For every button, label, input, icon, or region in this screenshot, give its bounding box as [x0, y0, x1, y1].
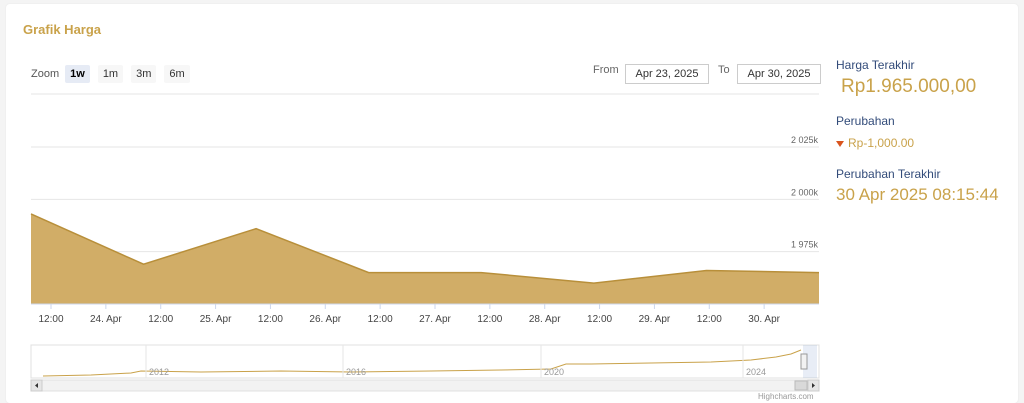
x-tick-label: 24. Apr	[90, 314, 122, 325]
x-tick-label: 30. Apr	[748, 314, 780, 325]
y-tick-label: 2 025k	[791, 135, 819, 145]
y-tick-label: 1 975k	[791, 240, 819, 250]
x-tick-label: 12:00	[697, 314, 722, 325]
change-label: Perubahan	[836, 114, 895, 128]
navigator-year-label: 2020	[544, 367, 564, 377]
x-tick-label: 28. Apr	[529, 314, 561, 325]
highcharts-credit[interactable]: Highcharts.com	[758, 392, 814, 401]
change-value: Rp-1,000.00	[848, 136, 915, 150]
x-tick-label: 26. Apr	[309, 314, 341, 325]
y-tick-label: 2 000k	[791, 187, 819, 197]
x-tick-label: 12:00	[258, 314, 283, 325]
x-tick-label: 12:00	[368, 314, 393, 325]
navigator-year-label: 2016	[346, 367, 366, 377]
x-tick-label: 27. Apr	[419, 314, 451, 325]
navigator-handle	[800, 353, 808, 370]
scrollbar-thumb	[794, 380, 808, 391]
down-arrow-icon	[836, 140, 844, 147]
x-tick-label: 12:00	[477, 314, 502, 325]
last-change-value: 30 Apr 2025 08:15:44	[836, 185, 999, 204]
last-price-label: Harga Terakhir	[836, 58, 915, 72]
change-indicator: Rp-1,000.00	[836, 136, 914, 150]
x-tick-label: 29. Apr	[639, 314, 671, 325]
last-price-value: Rp1.965.000,00	[841, 76, 977, 97]
x-tick-label: 12:00	[38, 314, 63, 325]
navigator-year-label: 2024	[746, 367, 766, 377]
x-tick-label: 25. Apr	[200, 314, 232, 325]
x-tick-label: 12:00	[148, 314, 173, 325]
last-change-label: Perubahan Terakhir	[836, 167, 941, 181]
navigator-scrollbar	[30, 379, 820, 392]
series-area	[31, 213, 819, 304]
navigator-year-label: 2012	[149, 367, 169, 377]
x-tick-label: 12:00	[587, 314, 612, 325]
